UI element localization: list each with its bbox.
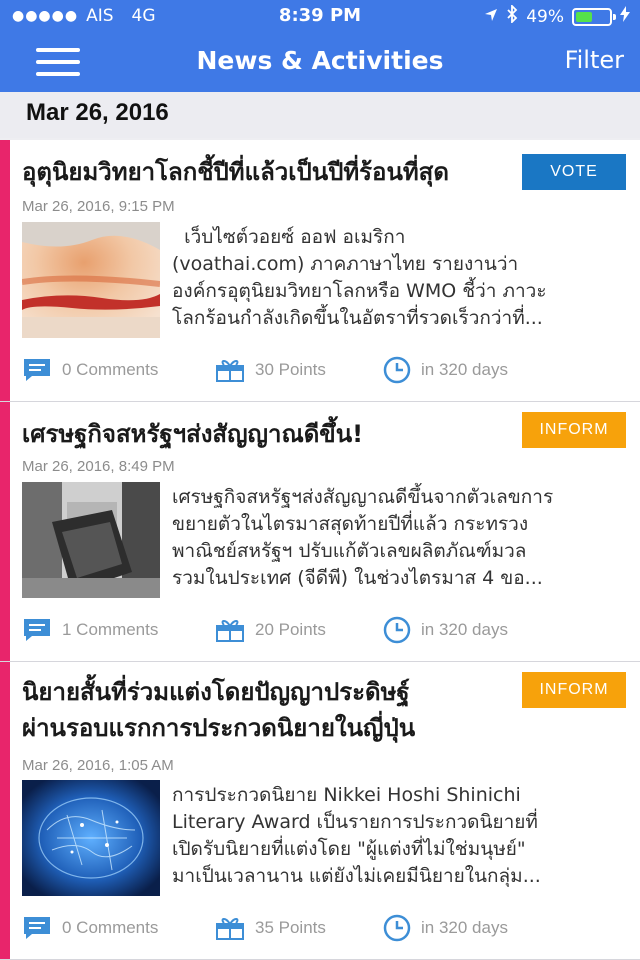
inform-badge[interactable]: INFORM (522, 412, 626, 448)
card-excerpt: เศรษฐกิจสหรัฐฯส่งสัญญาณดีขึ้นจากตัวเลขกา… (172, 486, 554, 589)
comment-icon (24, 917, 50, 939)
gift-icon (216, 360, 244, 382)
nav-bar: News & Activities Filter (0, 32, 640, 92)
card-excerpt: เว็บไซต์วอยซ์ ออฟ อเมริกา (voathai.com) … (172, 226, 547, 329)
bluetooth-icon (506, 3, 518, 28)
card-footer: 1 Comments 20 Points in 320 days (22, 616, 508, 644)
clock-icon (383, 616, 411, 644)
card-accent-strip (0, 662, 10, 959)
card-title: เศรษฐกิจสหรัฐฯส่งสัญญาณดีขึ้น! (22, 420, 364, 448)
days-label: in 320 days (383, 914, 508, 942)
comments-link[interactable]: 0 Comments (22, 915, 215, 941)
days-label: in 320 days (383, 616, 508, 644)
points-label: 20 Points (215, 617, 383, 643)
date-section-header: Mar 26, 2016 (0, 92, 640, 138)
points-label: 30 Points (215, 357, 383, 383)
charging-icon (620, 6, 630, 27)
comment-icon (24, 619, 50, 641)
news-card[interactable]: อุตุนิยมวิทยาโลกชี้ปีที่แล้วเป็นปีที่ร้อ… (0, 140, 640, 402)
card-thumbnail (22, 222, 160, 338)
comment-icon (24, 359, 50, 381)
card-excerpt: การประกวดนิยาย Nikkei Hoshi Shinichi Lit… (172, 784, 541, 887)
card-accent-strip (0, 140, 10, 401)
gift-icon (216, 620, 244, 642)
top-bar: ●●●●● AIS 4G 8:39 PM 49% News & Activiti… (0, 0, 640, 92)
news-card[interactable]: เศรษฐกิจสหรัฐฯส่งสัญญาณดีขึ้น! INFORM Ma… (0, 402, 640, 662)
card-footer: 0 Comments 35 Points in 320 days (22, 914, 508, 942)
card-title: อุตุนิยมวิทยาโลกชี้ปีที่แล้วเป็นปีที่ร้อ… (22, 158, 449, 186)
days-label: in 320 days (383, 356, 508, 384)
gift-icon (216, 918, 244, 940)
card-timestamp: Mar 26, 2016, 1:05 AM (22, 757, 174, 774)
inform-badge[interactable]: INFORM (522, 672, 626, 708)
card-title: นิยายสั้นที่ร่วมแต่งโดยปัญญาประดิษฐ์ ผ่า… (22, 678, 416, 742)
card-thumbnail (22, 780, 160, 896)
comments-link[interactable]: 1 Comments (22, 617, 215, 643)
card-timestamp: Mar 26, 2016, 8:49 PM (22, 458, 175, 475)
filter-button[interactable]: Filter (565, 46, 624, 74)
points-label: 35 Points (215, 915, 383, 941)
page-title: News & Activities (196, 46, 444, 75)
battery-percent: 49% (526, 6, 564, 27)
battery-icon (572, 7, 616, 26)
card-timestamp: Mar 26, 2016, 9:15 PM (22, 198, 175, 215)
comments-link[interactable]: 0 Comments (22, 357, 215, 383)
card-footer: 0 Comments 30 Points in 320 days (22, 356, 508, 384)
clock-icon (383, 914, 411, 942)
clock-icon (383, 356, 411, 384)
status-bar: ●●●●● AIS 4G 8:39 PM 49% (0, 0, 640, 32)
vote-button[interactable]: VOTE (522, 154, 626, 190)
date-label: Mar 26, 2016 (26, 99, 169, 126)
location-icon (484, 7, 498, 27)
card-accent-strip (0, 402, 10, 661)
news-card[interactable]: นิยายสั้นที่ร่วมแต่งโดยปัญญาประดิษฐ์ ผ่า… (0, 662, 640, 960)
card-thumbnail (22, 482, 160, 598)
